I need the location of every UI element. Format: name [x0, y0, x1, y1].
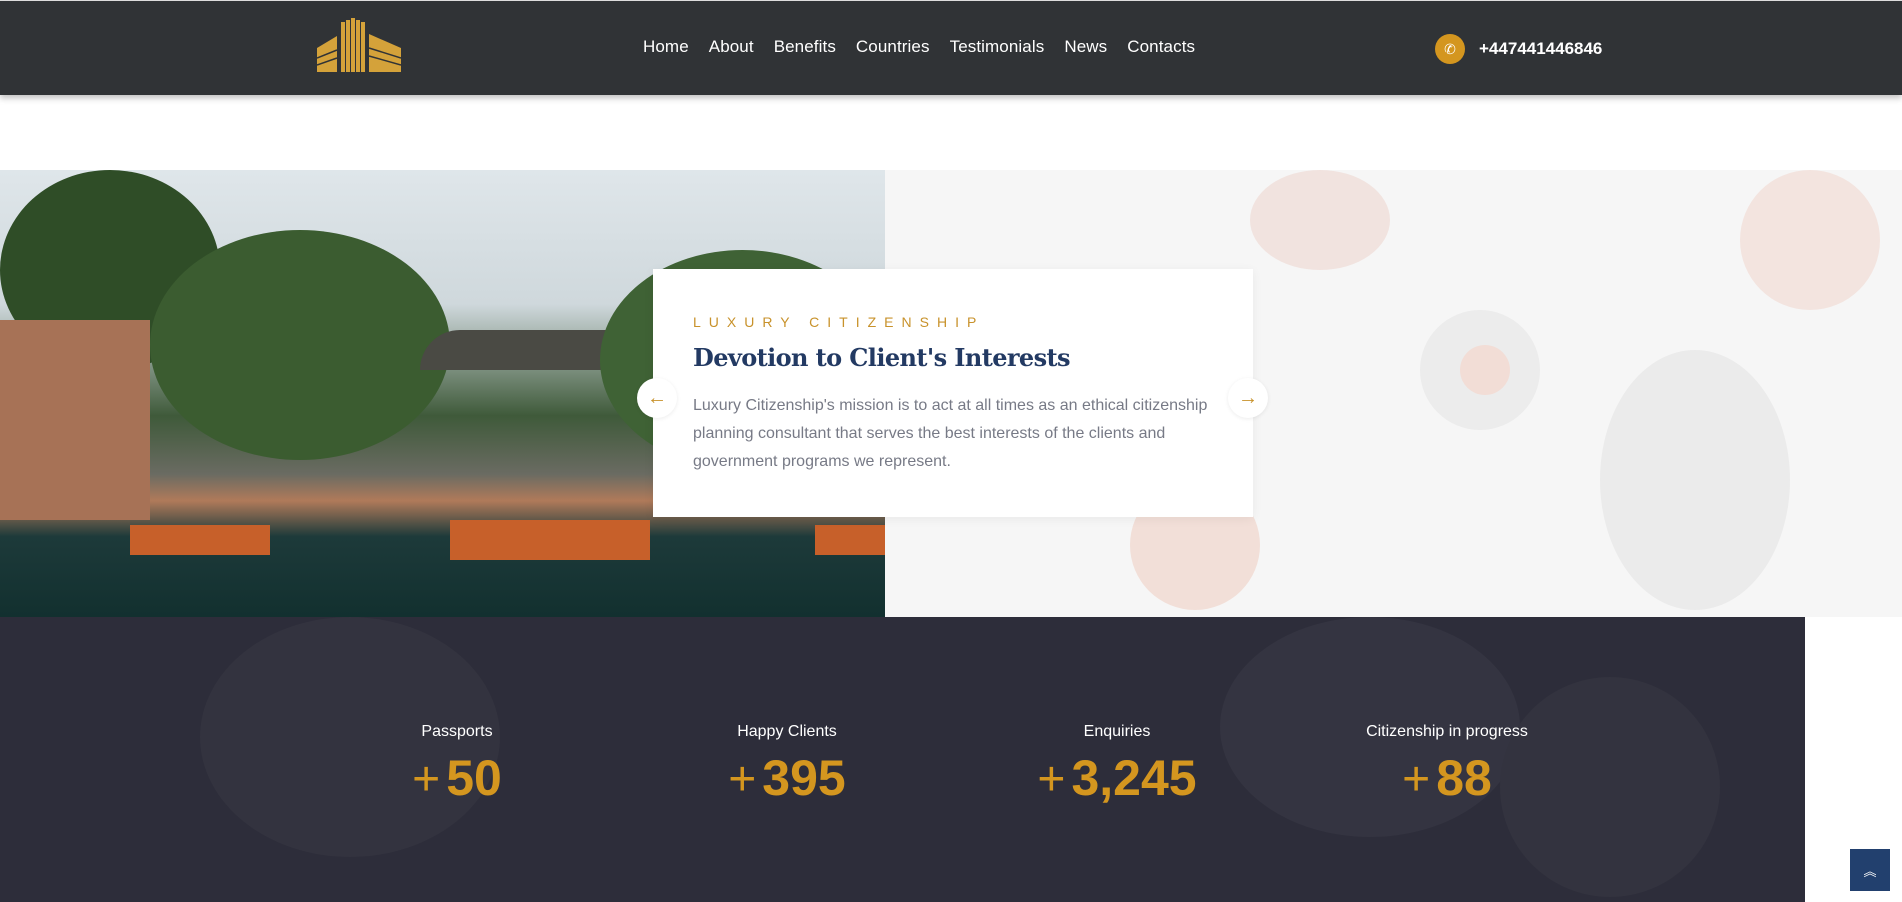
pattern-decoration	[1250, 170, 1390, 270]
stat-citizenship-in-progress: Citizenship in progress +88	[1297, 723, 1597, 805]
nav-benefits[interactable]: Benefits	[774, 37, 836, 57]
stat-label: Enquiries	[1083, 723, 1151, 740]
next-slide-button[interactable]: →	[1228, 378, 1268, 418]
slide-title: Devotion to Client's Interests	[693, 343, 1071, 372]
nav-about[interactable]: About	[709, 37, 754, 57]
stat-value: 50	[446, 750, 502, 806]
stat-label: Happy Clients	[737, 723, 837, 740]
nav-testimonials[interactable]: Testimonials	[950, 37, 1045, 57]
prev-slide-button[interactable]: ←	[637, 378, 677, 418]
stat-prefix: +	[412, 753, 441, 806]
slide-card: LUXURY CITIZENSHIP Devotion to Client's …	[653, 269, 1253, 517]
planter	[130, 525, 270, 555]
stat-prefix: +	[1402, 753, 1431, 806]
arrow-left-icon: ←	[647, 386, 667, 409]
arrow-right-icon: →	[1238, 386, 1258, 409]
stats-section: Passports +50 Happy Clients +395 Enquiri…	[0, 617, 1805, 902]
pattern-decoration	[1600, 350, 1790, 610]
brick-wall	[0, 320, 150, 520]
planter	[450, 520, 650, 560]
site-header: Home About Benefits Countries Testimonia…	[0, 0, 1902, 95]
pattern-decoration	[1460, 345, 1510, 395]
hero-slider: LUXURY CITIZENSHIP Devotion to Client's …	[0, 170, 1902, 617]
stat-value: 395	[762, 750, 846, 806]
nav-home[interactable]: Home	[643, 37, 689, 57]
phone-icon[interactable]: ✆	[1435, 34, 1465, 64]
slide-description: Luxury Citizenship's mission is to act a…	[693, 397, 1208, 470]
double-chevron-up-icon: ︽	[1863, 863, 1877, 879]
trees-decoration	[150, 230, 450, 460]
main-nav: Home About Benefits Countries Testimonia…	[643, 37, 1195, 57]
nav-countries[interactable]: Countries	[856, 37, 930, 57]
phone-number[interactable]: +447441446846	[1479, 39, 1602, 59]
stat-value: 3,245	[1071, 750, 1197, 806]
stat-passports: Passports +50	[307, 723, 607, 805]
nav-contacts[interactable]: Contacts	[1127, 37, 1195, 57]
planter	[815, 525, 885, 555]
stat-value: 88	[1436, 750, 1492, 806]
stat-enquiries: Enquiries +3,245	[967, 723, 1267, 805]
logo-icon[interactable]	[317, 18, 401, 72]
stat-label: Passports	[421, 723, 493, 740]
stat-label: Citizenship in progress	[1366, 723, 1528, 740]
stat-prefix: +	[1037, 753, 1066, 806]
slide-eyebrow: LUXURY CITIZENSHIP	[693, 314, 985, 330]
scroll-to-top-button[interactable]: ︽	[1850, 849, 1890, 891]
pattern-decoration	[1740, 170, 1880, 310]
nav-news[interactable]: News	[1064, 37, 1107, 57]
stat-prefix: +	[728, 753, 757, 806]
stat-happy-clients: Happy Clients +395	[637, 723, 937, 805]
